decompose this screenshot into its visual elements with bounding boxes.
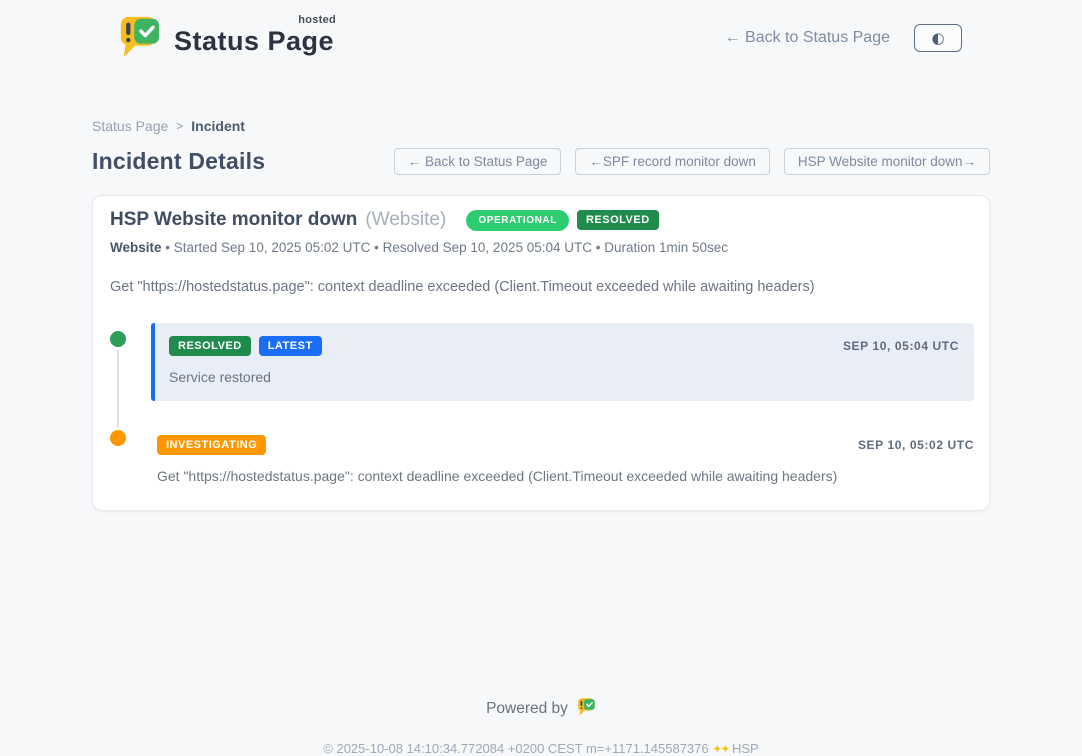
timeline-dot-investigating	[110, 430, 126, 446]
timeline-entry-timestamp: SEP 10, 05:02 UTC	[858, 438, 974, 452]
footer: Powered by © 2025-10-08 14:10:34.772084 …	[92, 697, 990, 756]
incident-component: (Website)	[365, 209, 446, 231]
incident-meta-details: • Started Sep 10, 2025 05:02 UTC • Resol…	[165, 240, 728, 255]
timeline-entry-message: Service restored	[169, 369, 959, 385]
powered-by-label: Powered by	[486, 700, 568, 718]
timeline-entry-investigating: INVESTIGATING SEP 10, 05:02 UTC Get "htt…	[151, 433, 974, 484]
timeline-connector-line	[117, 339, 119, 438]
incident-nav-buttons: ← Back to Status Page ←SPF record monito…	[394, 148, 990, 175]
next-incident-button[interactable]: HSP Website monitor down→	[784, 148, 990, 175]
copyright-suffix: HSP	[732, 741, 759, 756]
incident-title: HSP Website monitor down	[110, 209, 357, 231]
half-circle-theme-icon: ◐	[931, 31, 944, 46]
incident-meta-component: Website	[110, 240, 162, 255]
timeline-entry-latest: RESOLVED LATEST SEP 10, 05:04 UTC Servic…	[151, 323, 974, 401]
copyright-text: © 2025-10-08 14:10:34.772084 +0200 CEST …	[323, 741, 708, 756]
status-page-logo-icon	[118, 14, 162, 63]
incident-timeline: RESOLVED LATEST SEP 10, 05:04 UTC Servic…	[110, 323, 974, 484]
breadcrumb: Status Page > Incident	[92, 118, 990, 134]
back-to-status-page-button[interactable]: ← Back to Status Page	[394, 148, 562, 175]
copyright-line: © 2025-10-08 14:10:34.772084 +0200 CEST …	[92, 741, 990, 756]
incident-card: HSP Website monitor down (Website) OPERA…	[92, 195, 990, 511]
breadcrumb-incident: Incident	[191, 118, 245, 134]
timeline-latest-badge: LATEST	[259, 336, 322, 356]
timeline-resolved-badge: RESOLVED	[169, 336, 251, 356]
theme-toggle-button[interactable]: ◐	[914, 24, 962, 52]
logo-title: Status Page hosted	[174, 20, 334, 57]
sparkles-icon: ✦✦	[712, 742, 728, 756]
page-title: Incident Details	[92, 148, 265, 175]
hsp-logo-icon[interactable]	[577, 697, 596, 721]
timeline-investigating-badge: INVESTIGATING	[157, 435, 266, 455]
timeline-entry-message: Get "https://hostedstatus.page": context…	[157, 468, 974, 484]
operational-status-badge: OPERATIONAL	[466, 210, 569, 231]
logo[interactable]: Status Page hosted	[118, 14, 334, 63]
incident-meta: Website • Started Sep 10, 2025 05:02 UTC…	[110, 240, 974, 255]
incident-description: Get "https://hostedstatus.page": context…	[110, 279, 974, 295]
breadcrumb-separator: >	[176, 119, 183, 133]
logo-hosted-superscript: hosted	[298, 14, 336, 26]
prev-incident-button[interactable]: ←SPF record monitor down	[575, 148, 770, 175]
header-back-to-status-page-link[interactable]: ← Back to Status Page	[725, 29, 890, 47]
timeline-entry-timestamp: SEP 10, 05:04 UTC	[843, 339, 959, 353]
timeline-dot-resolved	[110, 331, 126, 347]
header: Status Page hosted ← Back to Status Page…	[0, 0, 1082, 62]
breadcrumb-status-page[interactable]: Status Page	[92, 118, 168, 134]
resolved-state-badge: RESOLVED	[577, 210, 659, 230]
